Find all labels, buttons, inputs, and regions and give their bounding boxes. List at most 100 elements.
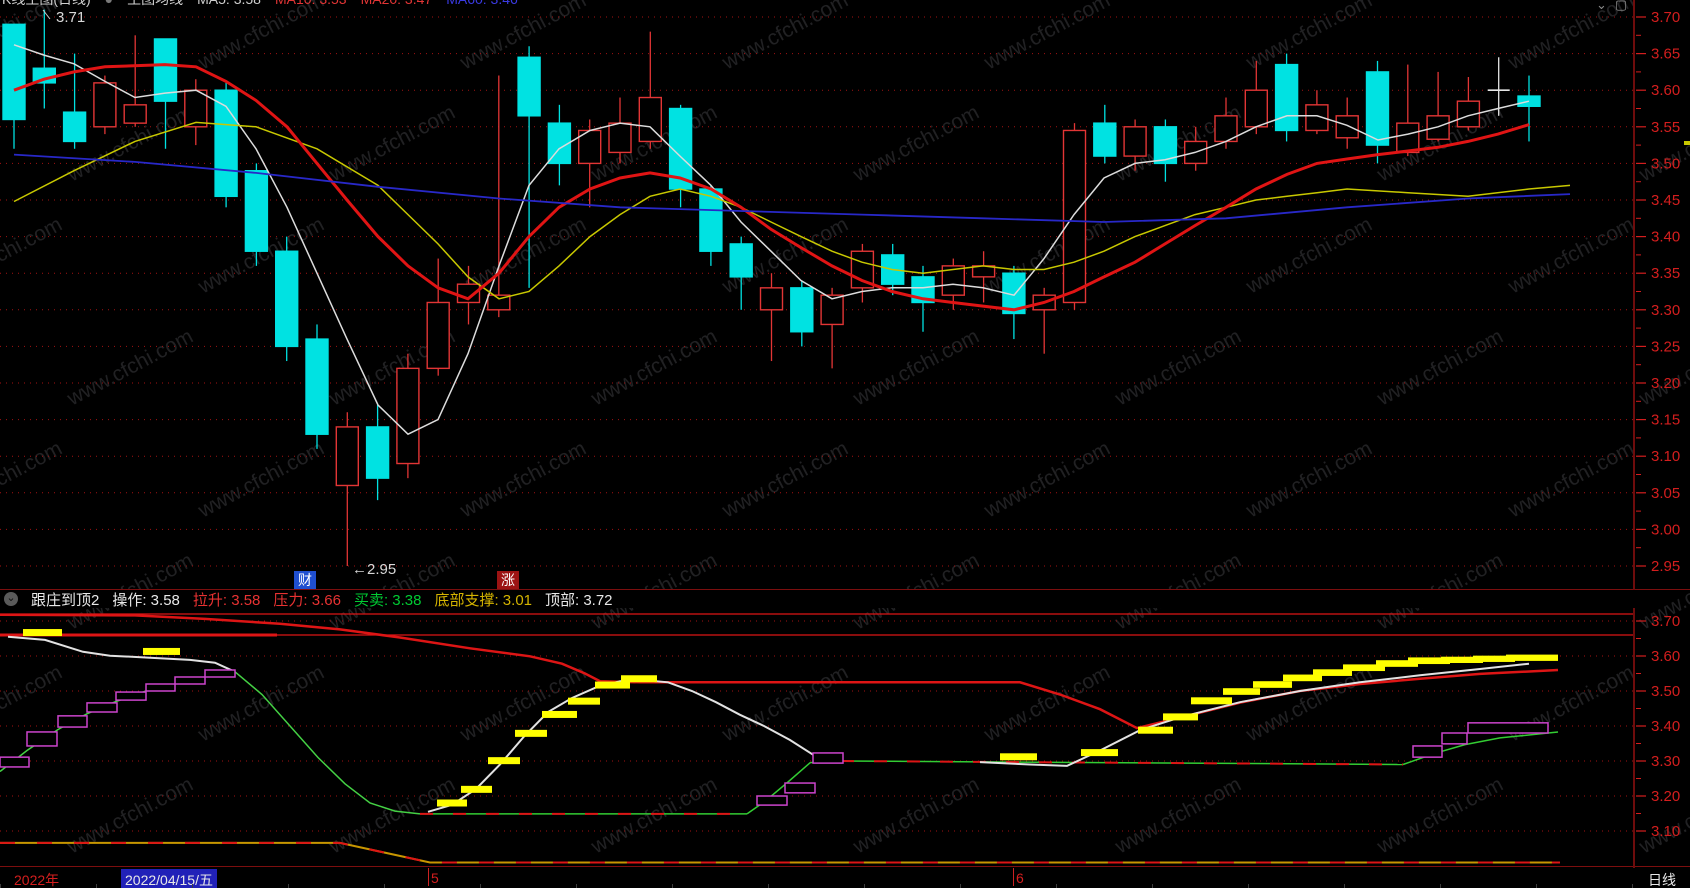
ma-slow-red (13, 63, 1530, 312)
candle-body (335, 426, 359, 487)
candle-body (2, 23, 26, 121)
yellow-step-bar (23, 629, 62, 637)
candle-body (820, 294, 844, 326)
y-axis-label: 3.05 (1651, 485, 1680, 502)
candle-body (365, 426, 390, 479)
indicator-value-拉升: 拉升: 3.58 (192, 591, 261, 609)
selected-date-chip[interactable]: 2022/04/15/五 (121, 869, 217, 888)
y-axis-label: 3.30 (1651, 753, 1680, 770)
y-axis-label: 3.20 (1651, 375, 1680, 392)
candle-body (184, 89, 208, 128)
y-axis-label: 3.60 (1651, 82, 1680, 99)
frame-tick (1344, 884, 1345, 888)
indicator-name[interactable]: 跟庄到顶2 (31, 589, 99, 610)
candle-body (1517, 95, 1541, 108)
indicator-chart[interactable]: 3.70 3.60 3.50 3.40 3.30 3.20 3.10 (0, 608, 1690, 866)
axis-price-marker (1684, 141, 1690, 145)
magenta-step-box (812, 752, 844, 764)
candle-body (1335, 115, 1359, 139)
period-label[interactable]: 日线 (1636, 870, 1688, 888)
y-axis-label: 3.60 (1651, 648, 1680, 665)
candle-body (517, 56, 541, 117)
indicator-values: 操作: 3.58 拉升: 3.58 压力: 3.66 买卖: 3.38 底部支撑: 3.… (112, 589, 612, 610)
chevron-down-circle-icon[interactable]: ⌄ (4, 592, 18, 606)
month-label: 5 (431, 870, 439, 886)
candle-body (396, 367, 420, 465)
yellow-step-bar (1081, 749, 1118, 757)
y-axis-label: 3.15 (1651, 412, 1680, 429)
window-icon[interactable]: ▢ (1615, 0, 1627, 13)
yellow-step-bar (488, 757, 520, 765)
chevron-down-icon[interactable]: ⌄ (1596, 0, 1607, 13)
candle-body (426, 301, 450, 370)
frame-tick (864, 884, 865, 888)
candle-body (759, 287, 784, 311)
month-tick (1013, 868, 1014, 886)
yellow-step-bar (1138, 726, 1173, 734)
candle-body (729, 243, 753, 278)
frame-tick (1632, 884, 1633, 888)
yellow-step-bar (1191, 697, 1232, 705)
yellow-step-bar (1163, 713, 1198, 721)
magenta-step-box (204, 669, 236, 678)
axis-column-border (1633, 0, 1635, 888)
magenta-step-box (756, 795, 788, 806)
magenta-step-box (26, 731, 58, 747)
yellow-step-bar (542, 710, 577, 718)
sub-grid: 3.70 3.60 3.50 3.40 3.30 3.20 3.10 (0, 613, 1680, 840)
magenta-step-box (1441, 732, 1468, 745)
yellow-step-bar (595, 681, 630, 689)
year-label: 2022年 (14, 872, 60, 888)
legend-fragment: MA5: 3.58 (197, 0, 261, 7)
frame-tick (0, 884, 1, 888)
yellow-step-bar (621, 675, 657, 683)
legend-fragment: 主图均线 (127, 0, 183, 9)
magenta-step-box (0, 756, 30, 768)
y-axis-label: 3.00 (1651, 521, 1680, 538)
y-axis-label: 3.55 (1651, 119, 1680, 136)
main-candlestick-chart[interactable]: 3.70 3.65 3.60 3.55 3.50 3.45 3.40 3.35 3.30 3.25… (0, 0, 1690, 590)
frame-tick (672, 884, 673, 888)
window-controls: ⌄ ▢ (1596, 0, 1627, 13)
indicator-value-压力: 压力: 3.66 (273, 591, 341, 609)
yellow-step-bar (461, 785, 492, 793)
main-grid: 3.70 3.65 3.60 3.55 3.50 3.45 3.40 3.35 3.30 3.25… (0, 9, 1680, 575)
frame-tick (1152, 884, 1153, 888)
yellow-step-bar (1253, 681, 1292, 688)
frame-tick (384, 884, 385, 888)
white-left (7, 635, 236, 673)
signal-label: 涨 (501, 572, 515, 588)
y-axis-label: 3.50 (1651, 683, 1680, 700)
month-tick (428, 868, 429, 886)
legend-fragment: ● (105, 0, 113, 7)
chart-window: www.cfchi.com www.cfchi.com www.cfchi.com w… (0, 0, 1690, 888)
frame-tick (1536, 884, 1537, 888)
date-axis[interactable]: 2022年 2022/04/15/五 5 6 日线 (0, 868, 1690, 888)
yellow-step-bar (1506, 654, 1558, 661)
frame-tick (1248, 884, 1249, 888)
candle-body (608, 122, 632, 154)
bottom-support-red-dash (0, 841, 1560, 864)
candle-body (1274, 63, 1299, 132)
main-chart-legend: K线主图(日线) ● 主图均线 MA5: 3.58 MA10: 3.53 MA20: 3.… (2, 0, 518, 8)
yellow-step-bar (515, 729, 547, 737)
frame-tick (960, 884, 961, 888)
bottom-support-yellow (0, 841, 1560, 864)
frame-tick (1440, 884, 1441, 888)
y-axis-label: 3.40 (1651, 229, 1680, 246)
frame-tick (192, 884, 193, 888)
magenta-step-box (1467, 722, 1549, 734)
y-axis-label: 3.70 (1651, 613, 1680, 630)
indicator-value-底部支撑: 底部支撑: 3.01 (434, 591, 532, 609)
price-annotation: ←2.95 (352, 561, 396, 578)
legend-fragment: MA60: 3.46 (446, 0, 518, 7)
indicator-header: ⌄ 跟庄到顶2 操作: 3.58 拉升: 3.58 压力: 3.66 买卖: 3.38… (0, 589, 1637, 610)
frame-tick (480, 884, 481, 888)
frame-tick (1056, 884, 1057, 888)
green-flat-mid (840, 760, 1404, 766)
y-axis-label: 3.70 (1651, 9, 1680, 26)
y-axis-label: 3.50 (1651, 155, 1680, 172)
candle-body (1062, 129, 1087, 304)
y-axis-label: 3.10 (1651, 448, 1680, 465)
frame-tick (576, 884, 577, 888)
